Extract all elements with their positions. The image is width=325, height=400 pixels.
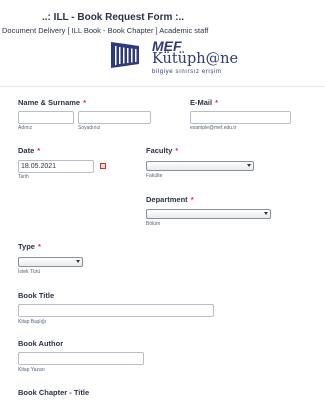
chevron-down-icon [264,212,268,215]
form-subtitle: Document Delivery [ ILL Book - Book Chap… [2,26,209,35]
last-name-input[interactable] [78,111,151,124]
book-title-input[interactable] [18,304,214,317]
first-name-sublabel: Adınız [18,125,33,131]
form-title: ..: ILL - Book Request Form :.. [42,12,185,23]
chapter-title-label: Book Chapter - Title [18,388,90,397]
first-name-input[interactable] [18,111,74,124]
faculty-select[interactable] [146,161,254,171]
book-title-sublabel: Kitap Başlığı [18,319,47,325]
type-sublabel: İstek Türü [18,269,41,275]
email-field[interactable] [190,111,291,124]
book-author-input[interactable] [18,352,144,365]
header-divider [0,86,325,87]
logo-tagline: bilgiye sınırsız erişim [152,69,222,75]
name-label: Name & Surname * [18,98,87,107]
department-select[interactable] [146,209,271,219]
book-title-label: Book Title [18,291,55,300]
date-input[interactable]: 18.05.2021 [18,160,94,173]
department-label: Department * [146,195,194,204]
chevron-down-icon [247,164,251,167]
date-sublabel: Tarih [18,174,29,180]
type-label: Type * [18,242,41,251]
mef-library-logo [111,42,139,68]
email-sublabel: example@mef.edu.tr [190,125,237,131]
book-author-sublabel: Kitap Yazarı [18,367,45,373]
chevron-down-icon [76,260,80,263]
logo-library-name: Kütüph@ne [152,51,239,67]
faculty-label: Faculty * [146,146,179,155]
last-name-sublabel: Soyadınız [78,125,101,131]
date-label: Date * [18,146,41,155]
calendar-icon[interactable] [100,163,106,169]
type-select[interactable] [18,257,83,267]
email-label: E-Mail * [190,98,219,107]
book-author-label: Book Author [18,339,64,348]
faculty-sublabel: Fakülte [146,173,163,179]
department-sublabel: Bölüm [146,221,161,227]
